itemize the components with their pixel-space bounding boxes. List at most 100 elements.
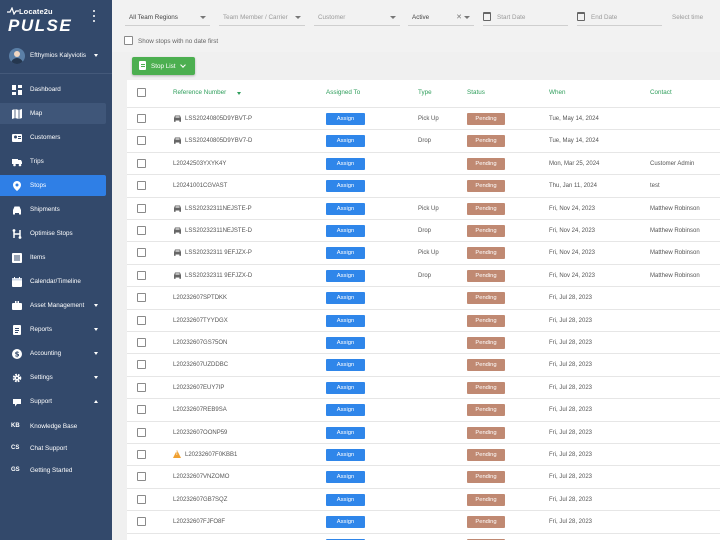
table-row[interactable]: L20232607EUY7IP Assign Pending Fri, Jul 28,… (127, 375, 720, 398)
reference-number[interactable]: L20232607FJFO8F (173, 519, 225, 525)
reference-number[interactable]: LSS20240805D9YBVT-P (185, 116, 252, 122)
assign-button[interactable]: Assign (326, 404, 365, 417)
sidebar-item-shipments[interactable]: Shipments (0, 199, 106, 220)
status-select[interactable]: Active ✕ (408, 8, 474, 26)
assign-button[interactable]: Assign (326, 202, 365, 215)
assign-button[interactable]: Assign (326, 135, 365, 148)
header-contact[interactable]: Contact (650, 89, 672, 96)
assign-button[interactable]: Assign (326, 337, 365, 349)
row-checkbox[interactable] (137, 472, 146, 482)
row-checkbox[interactable] (137, 270, 146, 280)
sidebar-item-settings[interactable]: Settings (0, 367, 106, 388)
reference-number[interactable]: L20232607VNZOMO (173, 474, 229, 480)
sidebar-item-calendar-timeline[interactable]: Calendar/Timeline (0, 271, 106, 292)
row-checkbox[interactable] (137, 450, 146, 459)
reference-number[interactable]: L20242503YXYK4Y (173, 161, 226, 167)
sidebar-item-trips[interactable]: Trips (0, 151, 106, 172)
sort-desc-icon[interactable] (237, 92, 241, 95)
table-row[interactable]: LSS20240805D9YBVT-P Assign Pick Up Pending T… (127, 107, 720, 129)
reference-number[interactable]: L20232607F0KBB1 (185, 452, 237, 458)
reference-number[interactable]: L20232607UZDDBC (173, 362, 228, 368)
customer-select[interactable]: Customer (314, 8, 400, 26)
assign-button[interactable]: Assign (326, 381, 365, 394)
row-checkbox[interactable] (137, 517, 146, 527)
row-checkbox[interactable] (137, 114, 146, 123)
sidebar-item-reports[interactable]: Reports (0, 319, 106, 340)
sidebar-item-dashboard[interactable]: Dashboard (0, 79, 106, 100)
assign-button[interactable]: Assign (326, 471, 365, 484)
assign-button[interactable]: Assign (326, 314, 365, 327)
sidebar-item-stops[interactable]: Stops (0, 175, 106, 196)
row-checkbox[interactable] (137, 494, 146, 504)
header-assigned-to[interactable]: Assigned To (326, 89, 360, 96)
team-regions-select[interactable]: All Team Regions (125, 8, 210, 26)
show-no-date-checkbox[interactable] (124, 36, 133, 45)
row-checkbox[interactable] (137, 248, 146, 258)
reference-number[interactable]: L20232607OONP59 (173, 430, 227, 436)
reference-number[interactable]: LSS20240805D9YBV7-D (185, 138, 252, 144)
header-reference[interactable]: Reference Number (173, 89, 226, 96)
header-type[interactable]: Type (418, 89, 432, 96)
header-when[interactable]: When (549, 89, 565, 96)
row-checkbox[interactable] (137, 136, 146, 146)
row-checkbox[interactable] (137, 360, 146, 370)
table-row[interactable]: L20232607REB9SA Assign Pending Fri, Jul 28,… (127, 398, 720, 420)
assign-button[interactable]: Assign (326, 359, 365, 372)
select-all-checkbox[interactable] (137, 88, 146, 97)
sidebar-subitem-knowledge-base[interactable]: KB Knowledge Base (0, 416, 106, 437)
table-row[interactable]: L20232607SPTDKK Assign Pending Fri, Jul 28,… (127, 286, 720, 308)
table-row[interactable]: L20232607TLMFKKAssignPendingFri, Jul 28,… (127, 532, 720, 540)
clear-icon[interactable]: ✕ (456, 13, 462, 21)
reference-number[interactable]: LSS20232311NEJSTE-P (185, 206, 252, 212)
reference-number[interactable]: L20241001CGVAST (173, 183, 227, 189)
table-row[interactable]: L20232607GS75ON Assign Pending Fri, Jul 28,… (127, 331, 720, 353)
assign-button[interactable]: Assign (326, 292, 365, 305)
assign-button[interactable]: Assign (326, 247, 365, 260)
assign-button[interactable]: Assign (326, 449, 365, 461)
reference-number[interactable]: L20232607TYYDGX (173, 318, 228, 324)
row-checkbox[interactable] (137, 405, 146, 415)
sidebar-item-items[interactable]: Items (0, 247, 106, 268)
table-row[interactable]: LSS20232311NEJSTE-D Assign Drop Pending Fri,… (127, 219, 720, 241)
row-checkbox[interactable] (137, 181, 146, 191)
table-row[interactable]: L20232607GB7SQZ Assign Pending Fri, Jul 28,… (127, 487, 720, 510)
assign-button[interactable]: Assign (326, 180, 365, 193)
table-row[interactable]: L20232607OONP59 Assign Pending Fri, Jul 28,… (127, 420, 720, 443)
table-row[interactable]: LSS20232311NEJSTE-P Assign Pick Up Pending F… (127, 196, 720, 219)
reference-number[interactable]: L20232607EUY7IP (173, 385, 224, 391)
assign-button[interactable]: Assign (326, 493, 365, 506)
table-row[interactable]: L20232607FJFO8F Assign Pending Fri, Jul 28,… (127, 510, 720, 532)
assign-button[interactable]: Assign (326, 113, 365, 125)
row-checkbox[interactable] (137, 427, 146, 437)
sidebar-item-asset-management[interactable]: Asset Management (0, 295, 106, 316)
header-status[interactable]: Status (467, 89, 485, 96)
table-row[interactable]: L20232607TYYDGX Assign Pending Fri, Jul 28,… (127, 308, 720, 331)
sidebar-item-support[interactable]: Support (0, 391, 106, 412)
reference-number[interactable]: LSS20232311NEJSTE-D (185, 228, 252, 234)
sidebar-item-map[interactable]: Map (0, 103, 106, 124)
team-member-select[interactable]: Team Member / Carrier (219, 8, 305, 26)
assign-button[interactable]: Assign (326, 516, 365, 529)
table-row[interactable]: L20232607F0KBB1 Assign Pending Fri, Jul 28,… (127, 443, 720, 465)
sidebar-item-accounting[interactable]: $ Accounting (0, 343, 106, 364)
more-menu-icon[interactable] (91, 10, 97, 22)
select-time-input[interactable]: Select time (668, 8, 720, 26)
assign-button[interactable]: Assign (326, 157, 365, 170)
stop-list-button[interactable]: Stop List (132, 57, 195, 75)
reference-number[interactable]: L20232607SPTDKK (173, 295, 227, 301)
reference-number[interactable]: L20232607GB7SQZ (173, 497, 227, 503)
table-row[interactable]: L20232607UZDDBC Assign Pending Fri, Jul 28,… (127, 353, 720, 375)
sidebar-subitem-chat-support[interactable]: CS Chat Support (0, 438, 106, 459)
table-row[interactable]: L20241001CGVAST Assign Pending Thu, Jan 11,… (127, 174, 720, 196)
assign-button[interactable]: Assign (326, 269, 365, 282)
start-date-input[interactable]: Start Date (483, 8, 568, 26)
reference-number[interactable]: L20232607GS75ON (173, 340, 227, 346)
sidebar-subitem-getting-started[interactable]: GS Getting Started (0, 460, 106, 481)
sidebar-item-customers[interactable]: Customers (0, 127, 106, 148)
end-date-input[interactable]: End Date (577, 8, 662, 26)
table-row[interactable]: L20242503YXYK4Y Assign Pending Mon, Mar 25,… (127, 151, 720, 174)
table-row[interactable]: LSS20240805D9YBV7-D Assign Drop Pending Tue,… (127, 129, 720, 151)
sidebar-item-optimise-stops[interactable]: Optimise Stops (0, 223, 106, 244)
assign-button[interactable]: Assign (326, 225, 365, 237)
assign-button[interactable]: Assign (326, 426, 365, 439)
